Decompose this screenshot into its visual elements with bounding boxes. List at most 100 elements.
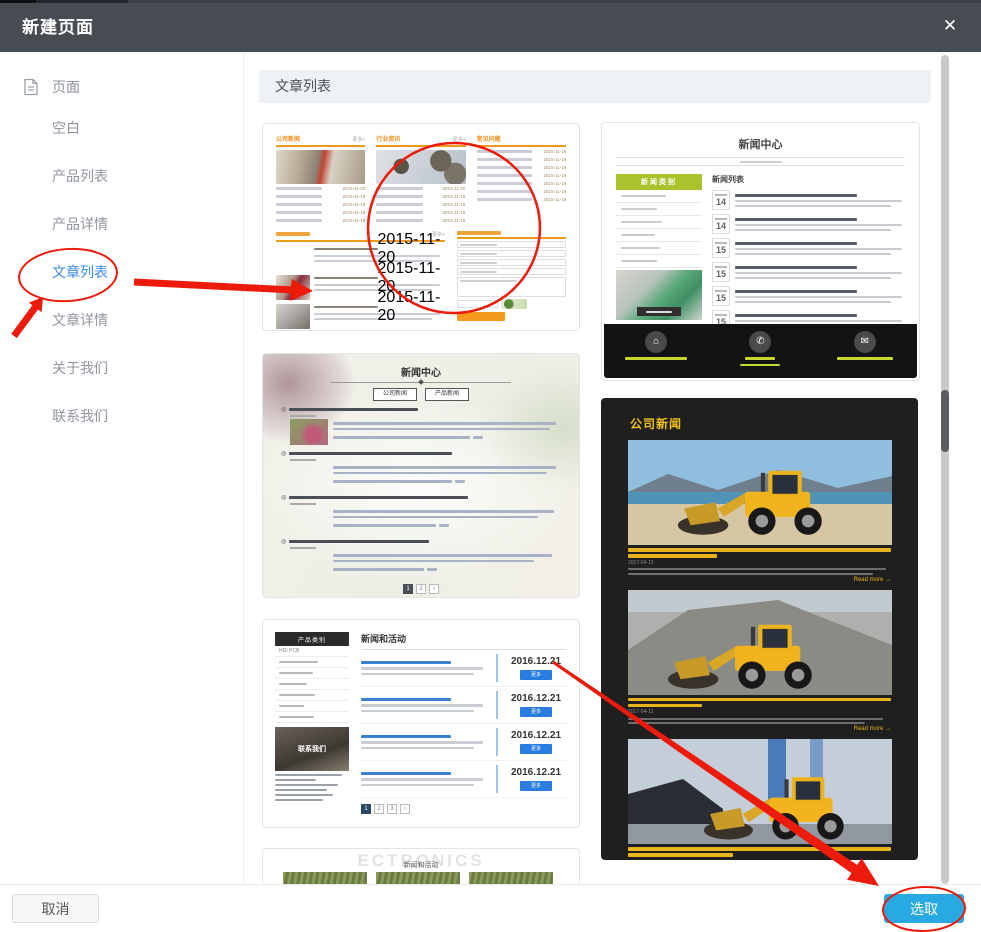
sidebar-item[interactable]: 产品详情 [0, 200, 243, 248]
loader-gravel-photo [628, 590, 892, 695]
t4-heading: 新闻和活动 [263, 860, 579, 870]
ta-footer: ⌂ ✆ ✉ [604, 324, 917, 378]
sidebar-template-list: 空白 产品列表 产品详情 文章列表 文章详情 关于我们 联系我们 [0, 104, 243, 440]
text-placeholder [628, 718, 883, 720]
text-placeholder [276, 187, 322, 190]
news-thumbnail [290, 507, 328, 533]
window-top-edge [0, 0, 981, 3]
text-placeholder [735, 301, 891, 303]
category-item-placeholder [279, 705, 304, 707]
page-box: 2 [416, 584, 426, 594]
news-row: 2016.12.21 更多 [361, 724, 567, 761]
t1-col1-more: 更多+ [352, 136, 365, 143]
headline-placeholder [628, 847, 891, 851]
placeholder-text [460, 280, 517, 282]
more-button: 更多 [520, 707, 552, 717]
more-link-placeholder [427, 568, 437, 571]
text-placeholder [735, 277, 891, 279]
contact-info [275, 774, 349, 801]
more-button: 更多 [520, 781, 552, 791]
faq-row: 2015-11-19 [477, 164, 566, 171]
more-link-placeholder [455, 480, 465, 483]
more-button: 更多 [520, 670, 552, 680]
category-item-placeholder [279, 716, 314, 718]
divider [331, 382, 511, 383]
text-placeholder [361, 667, 483, 670]
category-item-placeholder [621, 247, 660, 250]
template-thumb-flower-news[interactable]: 新闻中心 公司新闻 产品新闻 ◎ ◎ [262, 353, 580, 598]
sidebar-item[interactable]: 关于我们 [0, 344, 243, 392]
dialog-header: 新建页面 ✕ [0, 0, 981, 52]
select-button[interactable]: 选取 [884, 894, 964, 923]
phone-icon: ✆ [749, 331, 771, 353]
category-item: HDI PCB [279, 648, 299, 654]
template-thumb-green-news[interactable]: 新闻中心 新闻类别 新闻列表 [601, 122, 920, 381]
section-title-placeholder [276, 232, 310, 236]
news-date: 2016.12.21 [505, 730, 567, 741]
date-box: 15 [712, 286, 730, 306]
t3-category-header: 产品类别 [275, 632, 349, 646]
faq-row: 2015-11-19 [477, 196, 566, 203]
text-placeholder [333, 516, 538, 519]
text-placeholder [735, 224, 902, 226]
news-title-placeholder [361, 698, 451, 702]
form-textarea [457, 277, 566, 297]
news-date: 2017-04-12 [628, 859, 891, 861]
news-title-placeholder [735, 266, 857, 269]
category-item-placeholder [279, 683, 307, 685]
headline-placeholder [628, 554, 717, 558]
news-row: 15 [712, 236, 905, 260]
sidebar-item[interactable]: 文章详情 [0, 296, 243, 344]
text-placeholder [361, 747, 474, 750]
sidebar-item[interactable]: 空白 [0, 104, 243, 152]
article-row: 2015-11-19 [376, 217, 465, 224]
faq-row: 2015-11-19 [477, 188, 566, 195]
article-title-placeholder [314, 248, 378, 251]
news-title-placeholder [361, 735, 451, 739]
text-placeholder [477, 150, 532, 153]
cancel-button[interactable]: 取消 [12, 894, 99, 923]
scrollbar-track[interactable] [941, 55, 949, 884]
news-date: 2017-04-12 [628, 709, 891, 715]
sidebar-item[interactable]: 文章列表 [0, 248, 243, 296]
t1-col1-header: 公司新闻 [276, 134, 300, 143]
newspaper-photo [276, 150, 365, 184]
kitchen-photo [616, 270, 702, 320]
category-header: 文章列表 [259, 70, 931, 103]
text-placeholder [276, 211, 322, 214]
sidebar-section-label: 页面 [52, 77, 80, 97]
article-thumbnail [276, 275, 310, 300]
article-title-placeholder [314, 277, 378, 280]
day-number: 15 [713, 268, 729, 281]
news-date: 2016.12.21 [505, 693, 567, 704]
close-icon[interactable]: ✕ [937, 13, 963, 39]
article-thumbnail [276, 246, 310, 271]
scrollbar-thumb[interactable] [941, 390, 949, 452]
template-thumb-dark-news[interactable]: 公司新闻 [601, 398, 918, 860]
text-placeholder [477, 190, 532, 193]
title-placeholder [289, 540, 429, 544]
divider [496, 691, 498, 719]
template-thumb-ectronics[interactable]: ECTRONICS 新闻和活动 [262, 848, 580, 884]
template-thumb-pcb-news[interactable]: 产品类别 HDI PCB 联系我们 新闻和活动 [262, 619, 580, 828]
sidebar-section-page: 页面 [0, 74, 243, 100]
template-thumb-orange-news[interactable]: 公司新闻 更多+ 2015-11-20 2015-11-19 [262, 123, 580, 331]
text-placeholder [333, 568, 424, 571]
text-placeholder [735, 248, 902, 250]
title-placeholder [289, 408, 418, 412]
news-item: ◎ [281, 494, 561, 533]
text-placeholder [275, 774, 342, 776]
text-placeholder [376, 211, 422, 214]
page-box: › [429, 584, 439, 594]
news-thumbnail [290, 551, 328, 577]
news-date: 2016.12.21 [505, 767, 567, 778]
text-placeholder [276, 195, 322, 198]
text-placeholder [333, 554, 552, 557]
news-row: 2016.12.21 更多 [361, 687, 567, 724]
sidebar-item[interactable]: 产品列表 [0, 152, 243, 200]
t1-column-industry-news: 行业资讯 更多+ 2015-11-20 2015-11-19 [376, 134, 465, 224]
date-placeholder [290, 547, 316, 549]
form-input [457, 241, 566, 248]
category-item-placeholder [279, 694, 315, 696]
sidebar-item[interactable]: 联系我们 [0, 392, 243, 440]
